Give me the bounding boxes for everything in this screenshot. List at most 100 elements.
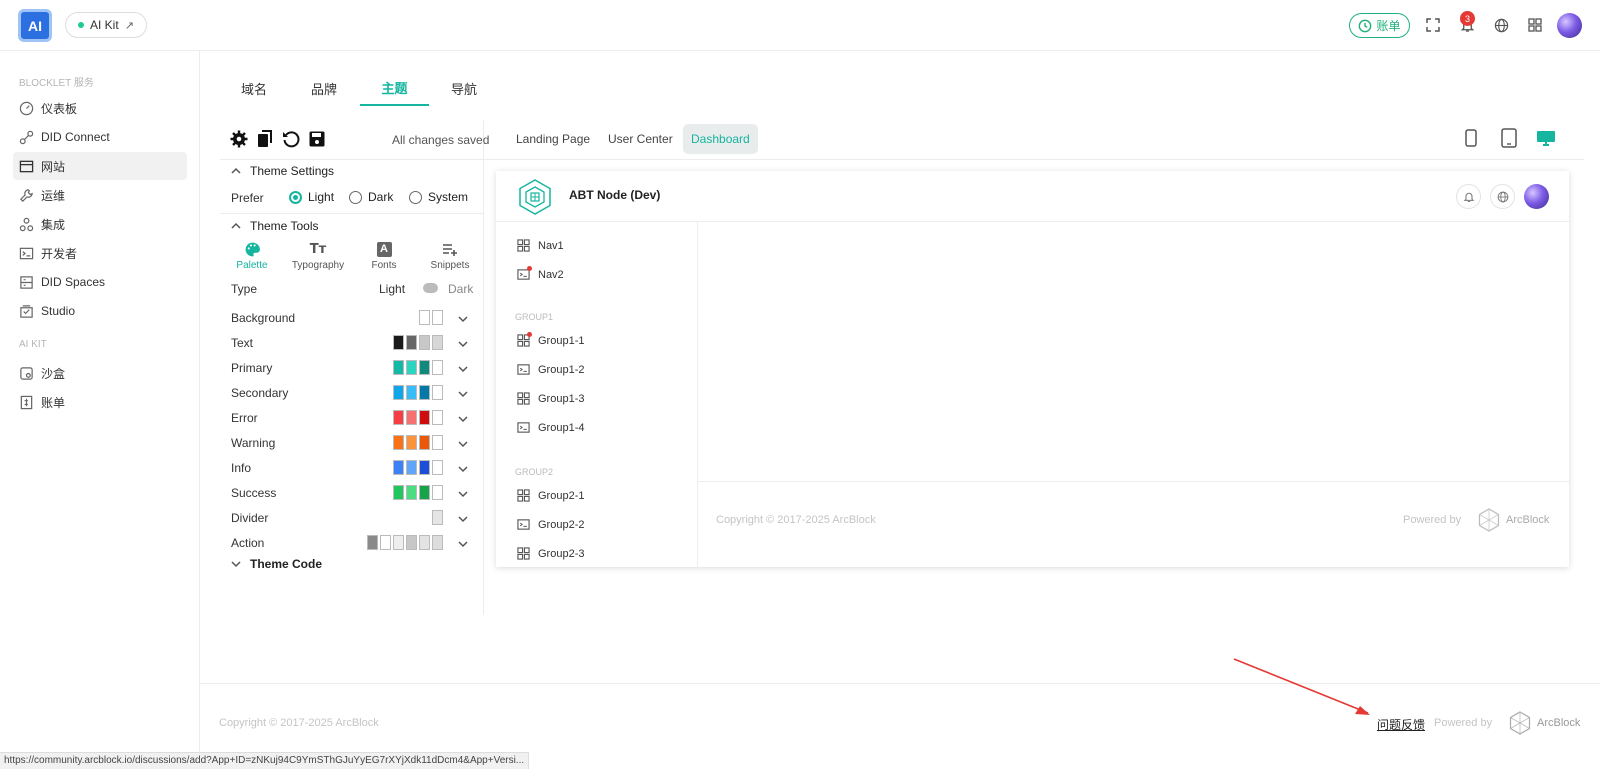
chevron-down-icon[interactable] <box>456 312 470 326</box>
color-swatch[interactable] <box>393 485 404 500</box>
preview-nav-item[interactable]: Group2-1 <box>517 489 584 502</box>
sidebar-item-integration[interactable]: 集成 <box>13 210 187 238</box>
color-swatch[interactable] <box>393 460 404 475</box>
preview-nav-item[interactable]: Nav2 <box>517 266 564 281</box>
color-swatch[interactable] <box>432 460 443 475</box>
color-swatch[interactable] <box>406 360 417 375</box>
sidebar-item-studio[interactable]: Studio <box>13 297 187 325</box>
save-icon[interactable] <box>307 129 327 149</box>
theme-settings-header[interactable]: Theme Settings <box>250 164 334 178</box>
copy-icon[interactable] <box>255 129 275 149</box>
color-swatch[interactable] <box>432 510 443 525</box>
color-swatch[interactable] <box>432 385 443 400</box>
radio[interactable] <box>349 190 362 204</box>
color-swatch[interactable] <box>380 535 391 550</box>
sidebar-item-dashboard[interactable]: 仪表板 <box>13 94 187 122</box>
color-swatch[interactable] <box>419 310 430 325</box>
color-swatch[interactable] <box>393 435 404 450</box>
sidebar-item-did-connect[interactable]: DID Connect <box>13 123 187 151</box>
tab-brand[interactable]: 品牌 <box>293 70 355 106</box>
bill-button[interactable]: 账单 <box>1349 13 1410 38</box>
preview-nav-item[interactable]: Group2-3 <box>517 547 584 560</box>
globe-icon[interactable] <box>1489 13 1513 37</box>
preview-nav-item[interactable]: Group1-3 <box>517 392 584 405</box>
sidebar-item-sandbox[interactable]: 沙盒 <box>13 359 187 387</box>
color-swatch[interactable] <box>419 385 430 400</box>
color-swatch[interactable] <box>419 360 430 375</box>
color-swatch[interactable] <box>432 360 443 375</box>
color-swatch[interactable] <box>393 410 404 425</box>
type-toggle-switch[interactable] <box>423 283 438 293</box>
theme-code-header[interactable]: Theme Code <box>250 557 322 571</box>
preview-nav-item[interactable]: Nav1 <box>517 239 564 252</box>
color-swatch[interactable] <box>406 335 417 350</box>
color-swatch[interactable] <box>406 435 417 450</box>
color-swatch[interactable] <box>393 535 404 550</box>
color-swatch[interactable] <box>367 535 378 550</box>
chevron-down-icon[interactable] <box>456 337 470 351</box>
sidebar-item-developer[interactable]: 开发者 <box>13 239 187 267</box>
color-swatch[interactable] <box>406 485 417 500</box>
color-swatch[interactable] <box>419 410 430 425</box>
fullscreen-icon[interactable] <box>1421 13 1445 37</box>
sidebar-item-website[interactable]: 网站 <box>13 152 187 180</box>
prefer-dark-option[interactable]: Dark <box>349 190 393 204</box>
color-swatch[interactable] <box>419 535 430 550</box>
chevron-down-icon[interactable] <box>456 512 470 526</box>
tool-tab-typography[interactable]: Tт Typography <box>286 240 350 272</box>
sidebar-item-bill[interactable]: 账单 <box>13 388 187 416</box>
color-swatch[interactable] <box>393 360 404 375</box>
preview-nav-item[interactable]: Group1-4 <box>517 421 584 434</box>
tablet-device-icon[interactable] <box>1500 128 1518 148</box>
color-swatch[interactable] <box>393 335 404 350</box>
radio-selected[interactable] <box>289 190 302 204</box>
app-logo[interactable]: AI <box>18 9 52 42</box>
user-avatar[interactable] <box>1557 13 1582 38</box>
chevron-down-icon[interactable] <box>456 487 470 501</box>
sidebar-item-did-spaces[interactable]: DID Spaces <box>13 268 187 296</box>
chevron-down-icon[interactable] <box>456 437 470 451</box>
chevron-up-icon[interactable] <box>229 219 243 233</box>
feedback-link[interactable]: 问题反馈 <box>1377 716 1425 733</box>
radio[interactable] <box>409 190 422 204</box>
color-swatch[interactable] <box>432 310 443 325</box>
chevron-down-icon[interactable] <box>456 412 470 426</box>
preview-tab-user-center[interactable]: User Center <box>600 124 681 154</box>
tool-tab-palette[interactable]: Palette <box>220 240 284 271</box>
tab-domain[interactable]: 域名 <box>223 70 285 106</box>
color-swatch[interactable] <box>432 335 443 350</box>
tool-tab-fonts[interactable]: A Fonts <box>352 240 416 271</box>
color-swatch[interactable] <box>406 535 417 550</box>
color-swatch[interactable] <box>419 460 430 475</box>
color-swatch[interactable] <box>419 335 430 350</box>
tab-theme[interactable]: 主题 <box>360 70 429 106</box>
tool-tab-snippets[interactable]: Snippets <box>418 240 482 271</box>
chevron-down-icon[interactable] <box>456 362 470 376</box>
apps-grid-icon[interactable] <box>1523 13 1547 37</box>
ai-kit-link[interactable]: AI Kit ↗ <box>65 12 147 38</box>
reset-icon[interactable] <box>281 129 301 149</box>
prefer-system-option[interactable]: System <box>409 190 468 204</box>
desktop-device-icon[interactable] <box>1536 130 1556 147</box>
sidebar-item-ops[interactable]: 运维 <box>13 181 187 209</box>
color-swatch[interactable] <box>432 435 443 450</box>
chevron-down-icon[interactable] <box>456 537 470 551</box>
footer-arcblock-brand[interactable]: ArcBlock <box>1509 711 1580 735</box>
color-swatch[interactable] <box>432 485 443 500</box>
color-swatch[interactable] <box>419 435 430 450</box>
mobile-device-icon[interactable] <box>1464 129 1478 147</box>
preview-nav-item[interactable]: Group1-1 <box>517 332 584 347</box>
preview-avatar[interactable] <box>1524 184 1549 209</box>
chevron-down-icon[interactable] <box>229 557 243 571</box>
preview-tab-dashboard[interactable]: Dashboard <box>683 124 758 154</box>
chevron-up-icon[interactable] <box>229 164 243 178</box>
color-swatch[interactable] <box>419 485 430 500</box>
tab-navigation[interactable]: 导航 <box>433 70 495 106</box>
color-swatch[interactable] <box>406 410 417 425</box>
theme-tools-header[interactable]: Theme Tools <box>250 219 318 233</box>
preview-globe-icon[interactable] <box>1490 184 1515 209</box>
color-swatch[interactable] <box>406 460 417 475</box>
color-swatch[interactable] <box>406 385 417 400</box>
prefer-light-option[interactable]: Light <box>289 190 334 204</box>
color-swatch[interactable] <box>393 385 404 400</box>
